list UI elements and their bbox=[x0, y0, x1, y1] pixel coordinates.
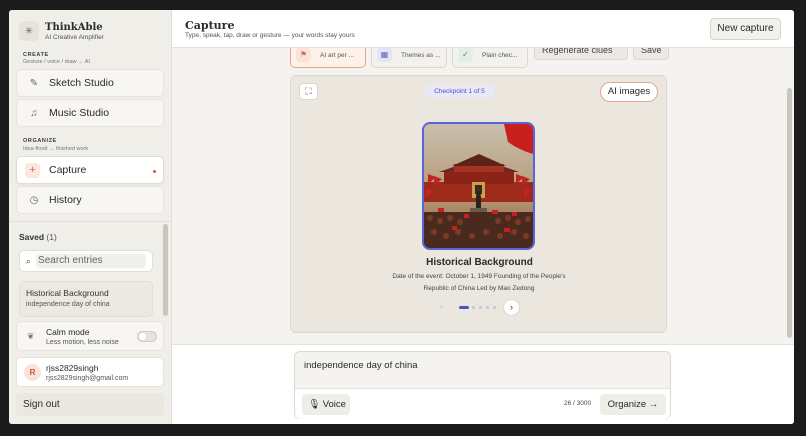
create-section-title: CREATE bbox=[23, 52, 49, 58]
sign-out-button[interactable]: Sign out bbox=[16, 393, 164, 416]
main-scrollbar[interactable] bbox=[787, 88, 792, 338]
music-note-icon: ♫ bbox=[30, 107, 38, 119]
saved-entry[interactable]: Historical Background independence day o… bbox=[19, 281, 153, 317]
sidebar-item-capture[interactable]: + Capture bbox=[16, 156, 164, 184]
main-content: ⚑ AI art per ... ▦ Themes as ... ✓ Plain… bbox=[172, 48, 794, 344]
option-label: Plain chec... bbox=[482, 52, 518, 59]
check-icon: ✓ bbox=[458, 48, 473, 62]
sidebar-item-history[interactable]: ◷ History bbox=[16, 186, 164, 214]
option-themes[interactable]: ▦ Themes as ... bbox=[371, 48, 447, 68]
flag-icon: ⚑ bbox=[296, 48, 311, 62]
user-card[interactable]: R rjss2829singh rjss2829singh@gmail.com bbox=[16, 357, 164, 387]
sidebar-item-music-studio[interactable]: ♫ Music Studio bbox=[16, 99, 164, 127]
composer-input[interactable]: independence day of china bbox=[304, 360, 418, 371]
brand: ✳ ThinkAble AI Creative Amplifier bbox=[19, 21, 104, 41]
sidebar-item-label: Sketch Studio bbox=[49, 77, 114, 89]
brand-tagline: AI Creative Amplifier bbox=[45, 33, 104, 41]
regenerate-clues-button[interactable]: Regenerate clues bbox=[534, 48, 628, 60]
pencil-icon: ✎ bbox=[29, 77, 39, 89]
toggle-knob bbox=[139, 333, 146, 340]
leaf-icon: ❦ bbox=[27, 331, 35, 341]
option-label: Themes as ... bbox=[401, 52, 441, 59]
checkpoint-pager: ‹ › bbox=[440, 299, 522, 317]
generated-image[interactable] bbox=[422, 122, 535, 250]
new-capture-button[interactable]: New capture bbox=[710, 18, 781, 40]
search-input[interactable]: Search entries bbox=[36, 254, 146, 268]
char-count: 26 / 3000 bbox=[564, 400, 592, 407]
page-title: Capture bbox=[185, 19, 235, 32]
saved-title: Saved (1) bbox=[19, 232, 57, 242]
option-label: AI art per ... bbox=[320, 52, 354, 59]
composer: independence day of china 🎙︎ Voice 26 / … bbox=[294, 351, 671, 419]
composer-area: independence day of china 🎙︎ Voice 26 / … bbox=[172, 344, 794, 424]
sidebar: ✳ ThinkAble AI Creative Amplifier CREATE… bbox=[9, 10, 172, 424]
calm-mode-card: ❦ Calm mode Less motion, less noise bbox=[16, 321, 164, 351]
arrow-right-icon: → bbox=[648, 399, 659, 410]
calm-mode-toggle[interactable] bbox=[137, 331, 157, 342]
entry-title: Historical Background bbox=[26, 288, 109, 298]
organize-label: Organize bbox=[607, 399, 647, 410]
clock-icon: ◷ bbox=[29, 194, 39, 206]
checkpoint-title: Historical Background bbox=[426, 257, 533, 268]
grid-icon: ▦ bbox=[377, 48, 392, 62]
checkpoint-description: Date of the event: October 1, 1949 Found… bbox=[392, 273, 566, 292]
search-icon: ⌕ bbox=[26, 255, 32, 266]
sidebar-item-sketch-studio[interactable]: ✎ Sketch Studio bbox=[16, 69, 164, 97]
avatar: R bbox=[24, 364, 41, 381]
microphone-icon: 🎙︎ bbox=[308, 399, 321, 410]
pager-dot[interactable] bbox=[486, 306, 489, 309]
sidebar-item-label: Music Studio bbox=[49, 107, 110, 119]
pager-dot[interactable] bbox=[472, 306, 475, 309]
active-indicator-dot bbox=[153, 170, 156, 173]
organize-button[interactable]: Organize → bbox=[600, 394, 666, 415]
organize-section-subtitle: Idea-flood → finished work bbox=[23, 146, 89, 152]
organize-section-title: ORGANIZE bbox=[23, 138, 57, 144]
expand-icon[interactable]: ⛶ bbox=[299, 83, 318, 100]
user-name: rjss2829singh bbox=[46, 363, 99, 373]
calm-mode-title: Calm mode bbox=[46, 327, 90, 337]
sidebar-item-label: Capture bbox=[49, 164, 87, 176]
plus-icon: + bbox=[25, 162, 40, 178]
brand-name: ThinkAble bbox=[45, 21, 103, 33]
option-ai-art[interactable]: ⚑ AI art per ... bbox=[290, 48, 366, 68]
divider bbox=[9, 221, 172, 222]
voice-button[interactable]: 🎙︎ Voice bbox=[302, 394, 350, 415]
chevron-right-icon[interactable]: › bbox=[503, 299, 520, 316]
chevron-left-icon[interactable]: ‹ bbox=[440, 301, 443, 311]
sidebar-item-label: History bbox=[49, 194, 82, 206]
pager-dot[interactable] bbox=[479, 306, 482, 309]
pager-dot[interactable] bbox=[493, 306, 496, 309]
page-header: Capture Type, speak, tap, draw or gestur… bbox=[172, 10, 794, 48]
create-section-subtitle: Gesture / voice / draw → AI bbox=[23, 59, 90, 65]
option-plain-checklist[interactable]: ✓ Plain chec... bbox=[452, 48, 528, 68]
search-box[interactable]: ⌕ Search entries bbox=[19, 250, 153, 272]
user-email: rjss2829singh@gmail.com bbox=[46, 375, 129, 382]
historical-scene-illustration bbox=[424, 124, 533, 248]
entry-subtitle: independence day of china bbox=[26, 301, 110, 308]
saved-count: (1) bbox=[46, 232, 57, 242]
app-window: ✳ ThinkAble AI Creative Amplifier CREATE… bbox=[9, 10, 794, 424]
ai-images-button[interactable]: AI images bbox=[600, 82, 658, 102]
brand-logo-icon: ✳ bbox=[19, 21, 39, 41]
checkpoint-panel: ⛶ Checkpoint 1 of 5 AI images Historical… bbox=[290, 75, 667, 333]
calm-mode-subtitle: Less motion, less noise bbox=[46, 339, 119, 346]
saved-label: Saved bbox=[19, 232, 45, 242]
sidebar-scrollbar[interactable] bbox=[163, 224, 168, 316]
save-button[interactable]: Save bbox=[633, 48, 669, 60]
composer-toolbar: 🎙︎ Voice 26 / 3000 Organize → bbox=[295, 388, 670, 419]
voice-label: Voice bbox=[322, 399, 346, 410]
page-subtitle: Type, speak, tap, draw or gesture — your… bbox=[185, 32, 355, 39]
pager-dot[interactable] bbox=[459, 306, 469, 309]
checkpoint-badge: Checkpoint 1 of 5 bbox=[424, 85, 495, 98]
